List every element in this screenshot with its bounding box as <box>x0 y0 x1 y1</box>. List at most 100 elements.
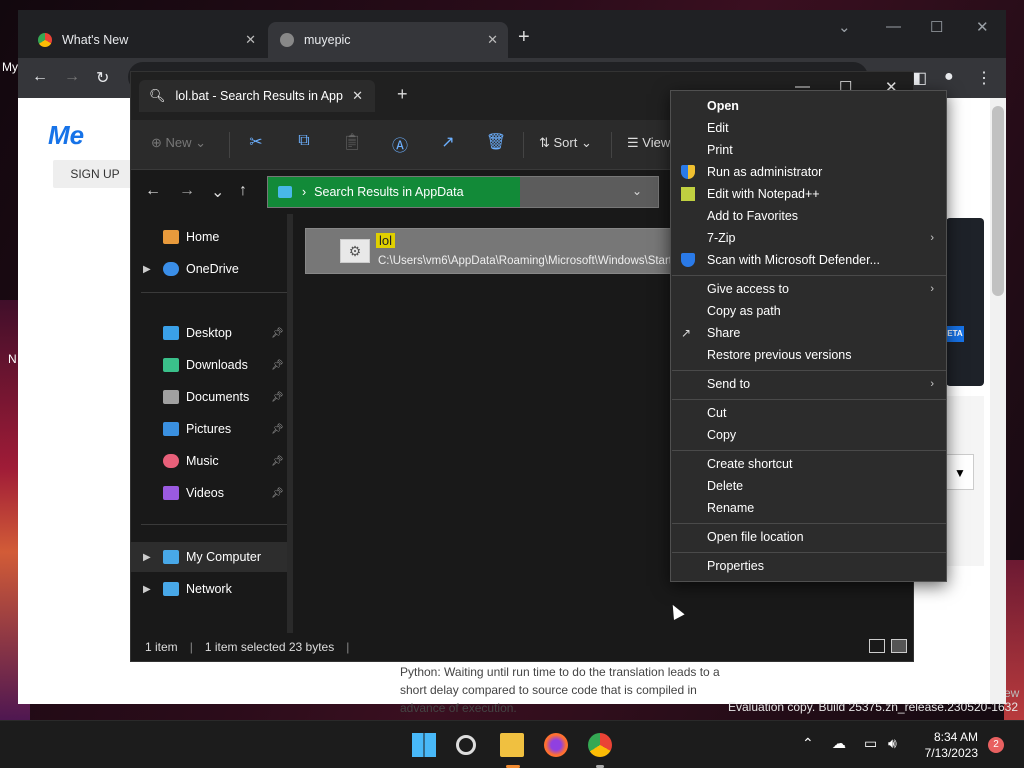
sort-button[interactable]: ⇅ Sort ⌄ <box>539 135 592 151</box>
network-icon[interactable]: ▭ <box>864 735 877 752</box>
tiles-view-icon[interactable] <box>891 639 907 653</box>
share-icon: ↗ <box>681 326 692 340</box>
menu-separator <box>672 523 946 524</box>
search-result-row[interactable]: ⚙ lol C:\Users\vm6\AppData\Roaming\Micro… <box>305 228 685 274</box>
nav-item-documents[interactable]: Documents 📌︎ <box>131 382 287 412</box>
menu-item-send-to[interactable]: Send to › <box>671 373 946 395</box>
explorer-new-tab-button[interactable]: + <box>397 84 408 105</box>
menu-item-create-shortcut[interactable]: Create shortcut <box>671 453 946 475</box>
submenu-chevron-icon: › <box>930 378 934 390</box>
address-dropdown-icon[interactable]: ⌄ <box>632 184 642 198</box>
nav-item-downloads[interactable]: Downloads 📌︎ <box>131 350 287 380</box>
pin-icon[interactable]: 📌︎ <box>271 360 284 371</box>
search-icon[interactable] <box>456 735 476 755</box>
menu-item-give-access[interactable]: Give access to › <box>671 278 946 300</box>
nav-item-onedrive[interactable]: ▶ OneDrive <box>131 254 287 284</box>
close-tab-icon[interactable]: ✕ <box>352 88 363 104</box>
pin-icon[interactable]: 📌︎ <box>271 392 284 403</box>
sidebar-icon[interactable]: ◧ <box>912 68 927 88</box>
menu-item-edit-notepad[interactable]: Edit with Notepad++ <box>671 183 946 205</box>
close-tab-icon[interactable]: ✕ <box>245 32 256 48</box>
nav-item-desktop[interactable]: Desktop 📌︎ <box>131 318 287 348</box>
tab-search-icon[interactable]: ⌄ <box>838 18 851 36</box>
minimize-icon[interactable]: — <box>886 18 901 35</box>
defender-icon <box>681 253 695 267</box>
menu-item-copy-path[interactable]: Copy as path <box>671 300 946 322</box>
menu-item-cut[interactable]: Cut <box>671 402 946 424</box>
file-explorer-icon[interactable] <box>500 733 524 757</box>
pin-icon[interactable]: 📌︎ <box>271 488 284 499</box>
share-icon[interactable]: ↗ <box>437 132 459 154</box>
menu-item-add-favorites[interactable]: Add to Favorites <box>671 205 946 227</box>
menu-item-edit[interactable]: Edit <box>671 117 946 139</box>
result-filename[interactable]: lol <box>376 233 396 248</box>
expand-chevron-icon[interactable]: ▶ <box>143 552 151 563</box>
desktop-icon-label[interactable]: My <box>2 60 18 74</box>
desktop-icon <box>163 326 179 340</box>
menu-icon[interactable]: ⋮ <box>976 68 992 88</box>
nav-item-network[interactable]: ▶ Network <box>131 574 287 604</box>
rename-icon[interactable]: Ⓐ <box>389 132 411 155</box>
profile-icon[interactable]: ● <box>944 68 954 86</box>
new-tab-button[interactable]: + <box>518 26 530 49</box>
pin-icon[interactable]: 📌︎ <box>271 424 284 435</box>
pin-icon[interactable]: 📌︎ <box>271 328 284 339</box>
chrome-tab-muyepic[interactable]: muyepic ✕ <box>268 22 508 58</box>
onedrive-offline-icon[interactable]: ☁ <box>832 735 846 752</box>
nav-scrollbar[interactable] <box>287 214 293 634</box>
menu-item-delete[interactable]: Delete <box>671 475 946 497</box>
pin-icon[interactable]: 📌︎ <box>271 456 284 467</box>
recent-chevron-icon[interactable]: ⌄ <box>211 182 224 202</box>
tray-overflow-icon[interactable]: ⌃ <box>802 735 814 752</box>
delete-icon[interactable]: 🗑︎ <box>485 132 507 154</box>
menu-item-restore-versions[interactable]: Restore previous versions <box>671 344 946 366</box>
up-icon[interactable]: ↑ <box>239 182 247 200</box>
back-icon[interactable]: ← <box>32 68 48 86</box>
forward-icon[interactable]: → <box>179 182 195 200</box>
address-breadcrumb[interactable]: › Search Results in AppData <box>268 177 520 207</box>
chrome-tab-whats-new[interactable]: What's New ✕ <box>26 22 266 58</box>
mediafire-logo[interactable]: Me <box>48 120 84 151</box>
menu-item-print[interactable]: Print <box>671 139 946 161</box>
expand-chevron-icon[interactable]: ▶ <box>143 584 151 595</box>
menu-item-open-location[interactable]: Open file location <box>671 526 946 548</box>
explorer-tab[interactable]: 🔍︎ lol.bat - Search Results in App ✕ <box>139 80 375 112</box>
menu-item-share[interactable]: ↗ Share <box>671 322 946 344</box>
close-window-icon[interactable]: ✕ <box>976 18 989 36</box>
explorer-address-bar[interactable]: › Search Results in AppData ⌄ <box>267 176 659 208</box>
view-button[interactable]: ☰ View <box>627 135 670 151</box>
start-icon[interactable] <box>412 733 436 757</box>
volume-icon[interactable]: 🔊︎ <box>888 735 897 752</box>
reload-icon[interactable]: ↻ <box>96 68 109 88</box>
menu-item-run-as-admin[interactable]: Run as administrator <box>671 161 946 183</box>
close-tab-icon[interactable]: ✕ <box>487 32 498 48</box>
nav-item-music[interactable]: Music 📌︎ <box>131 446 287 476</box>
dropdown-icon[interactable]: ▼ <box>946 454 974 490</box>
new-button[interactable]: ⊕ New ⌄ <box>151 135 206 151</box>
firefox-icon[interactable] <box>544 733 568 757</box>
notification-badge[interactable]: 2 <box>988 737 1004 753</box>
menu-item-properties[interactable]: Properties <box>671 555 946 577</box>
nav-item-pictures[interactable]: Pictures 📌︎ <box>131 414 287 444</box>
nav-item-my-computer[interactable]: ▶ My Computer <box>131 542 287 572</box>
signup-button[interactable]: SIGN UP <box>53 160 137 188</box>
menu-item-copy[interactable]: Copy <box>671 424 946 446</box>
expand-chevron-icon[interactable]: ▶ <box>143 264 151 275</box>
copy-icon[interactable]: ⧉ <box>293 132 315 154</box>
page-scrollbar-thumb[interactable] <box>992 106 1004 296</box>
menu-item-defender[interactable]: Scan with Microsoft Defender... <box>671 249 946 271</box>
menu-item-open[interactable]: Open <box>671 95 946 117</box>
paste-icon[interactable]: 📋︎ <box>341 132 363 154</box>
chrome-icon[interactable] <box>588 733 612 757</box>
nav-item-videos[interactable]: Videos 📌︎ <box>131 478 287 508</box>
maximize-icon[interactable]: ☐ <box>930 18 943 36</box>
details-view-icon[interactable] <box>869 639 885 653</box>
cut-icon[interactable]: ✂ <box>245 132 267 154</box>
menu-item-rename[interactable]: Rename <box>671 497 946 519</box>
menu-item-7zip[interactable]: 7-Zip › <box>671 227 946 249</box>
nav-item-home[interactable]: Home <box>131 222 287 252</box>
forward-icon[interactable]: → <box>64 68 80 86</box>
clock[interactable]: 8:34 AM 7/13/2023 <box>908 729 978 761</box>
back-icon[interactable]: ← <box>145 182 161 200</box>
desktop-icon-label[interactable]: N <box>8 352 17 366</box>
